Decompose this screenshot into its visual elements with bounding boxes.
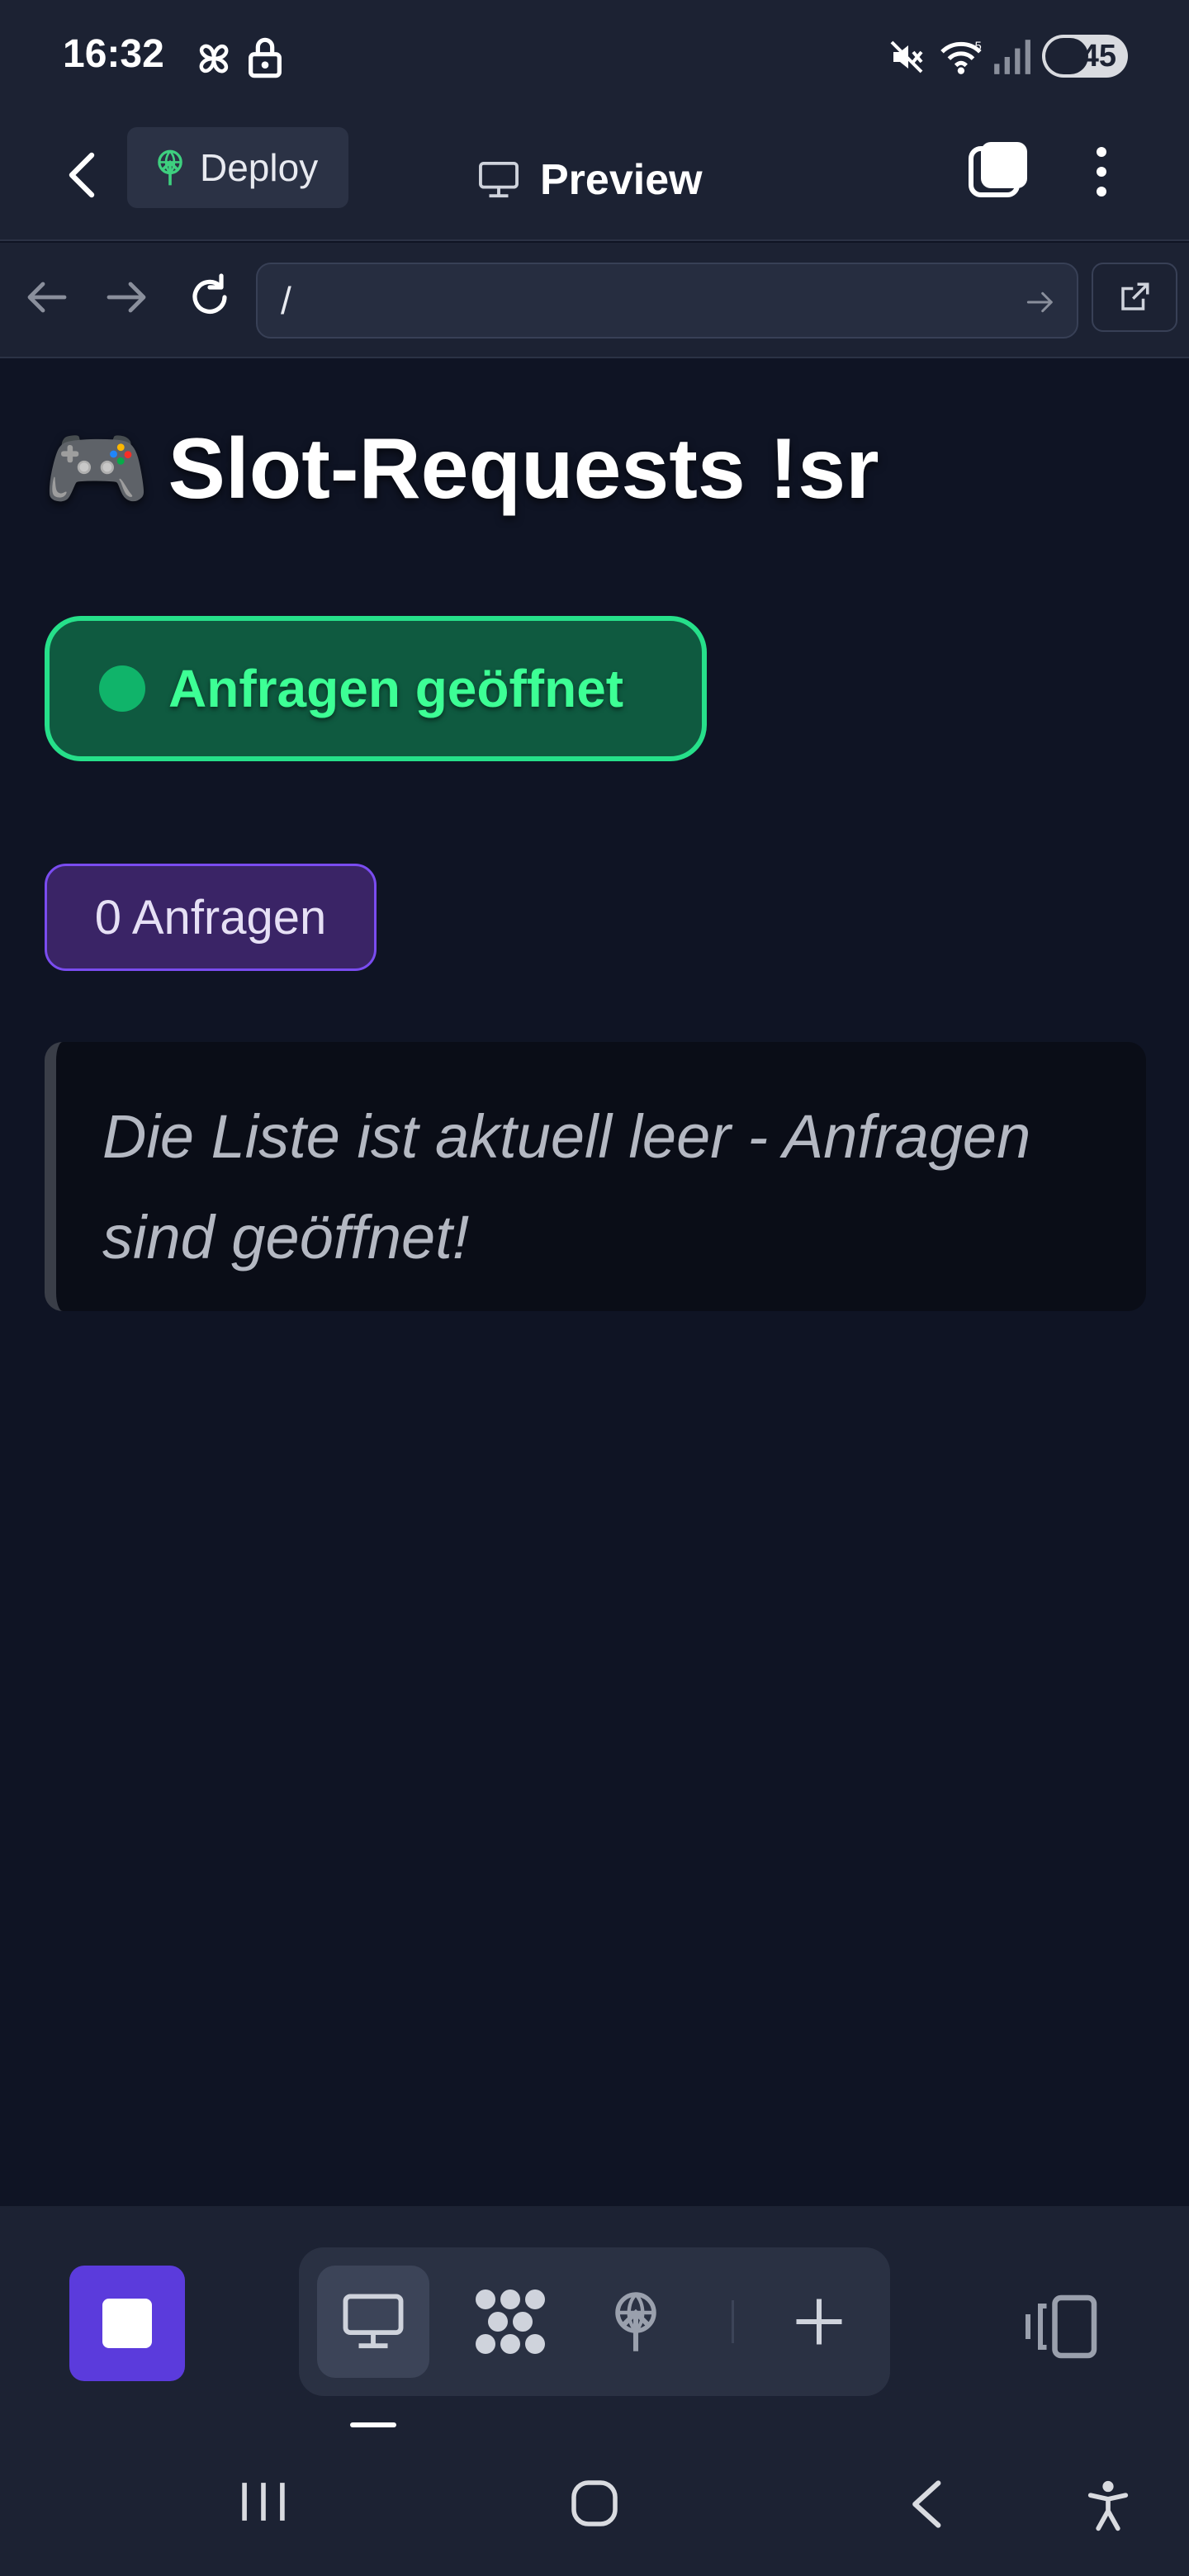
- tabs-icon[interactable]: [968, 139, 1030, 201]
- pinwheel-icon: [199, 44, 229, 73]
- arrow-forward-icon[interactable]: [102, 272, 152, 322]
- preview-title: Preview: [477, 140, 703, 220]
- url-value: /: [281, 279, 291, 322]
- system-back-icon[interactable]: [907, 2479, 945, 2530]
- apps-grid-icon: [476, 2290, 545, 2354]
- stop-icon: [102, 2299, 152, 2348]
- status-badge: Anfragen geöffnet: [45, 616, 707, 761]
- apps-tool-button[interactable]: [454, 2266, 566, 2378]
- status-label: Anfragen geöffnet: [168, 659, 624, 718]
- svg-text:5: 5: [975, 40, 982, 54]
- mute-icon: [890, 40, 923, 73]
- url-input[interactable]: /: [256, 263, 1078, 339]
- reload-icon[interactable]: [185, 272, 234, 322]
- toolbar-divider: [732, 2300, 734, 2343]
- preview-label: Preview: [540, 156, 703, 204]
- go-arrow-icon[interactable]: [1024, 286, 1057, 319]
- request-count-badge: 0 Anfragen: [45, 864, 377, 971]
- stop-button[interactable]: [69, 2266, 185, 2381]
- deploy-icon: [615, 2292, 656, 2351]
- home-icon[interactable]: [570, 2479, 619, 2528]
- deploy-label: Deploy: [200, 146, 319, 189]
- lock-icon: [249, 37, 282, 78]
- layout-icon[interactable]: [1024, 2294, 1098, 2360]
- battery-icon: 45: [1042, 35, 1128, 78]
- plus-icon: [796, 2299, 842, 2345]
- signal-icon: [994, 40, 1030, 74]
- active-tab-indicator: [350, 2422, 396, 2427]
- empty-list-message: Die Liste ist aktuell leer - Anfragen si…: [45, 1042, 1146, 1311]
- deploy-tool-button[interactable]: [580, 2266, 692, 2378]
- status-dot-icon: [99, 665, 145, 712]
- tool-group: [299, 2247, 890, 2396]
- back-button[interactable]: [54, 142, 109, 208]
- add-tool-button[interactable]: [763, 2266, 875, 2378]
- page-title-text: Slot-Requests !sr: [168, 421, 879, 517]
- system-status-bar: 16:32 5 45: [0, 0, 1189, 112]
- arrow-back-icon[interactable]: [21, 272, 71, 322]
- recent-apps-icon[interactable]: [238, 2479, 289, 2525]
- deploy-icon: [158, 149, 182, 186]
- deploy-button[interactable]: Deploy: [127, 127, 348, 208]
- url-bar: /: [0, 243, 1189, 358]
- external-link-icon: [1121, 282, 1149, 310]
- more-options-button[interactable]: [1078, 139, 1125, 205]
- accessibility-icon[interactable]: [1087, 2479, 1130, 2531]
- page-title: 🎮 Slot-Requests !sr: [43, 419, 879, 519]
- bottom-toolbar: [0, 2206, 1189, 2576]
- monitor-icon: [343, 2294, 404, 2349]
- wifi-icon: 5: [940, 40, 982, 74]
- chevron-left-icon: [69, 152, 95, 198]
- battery-level: 45: [1081, 38, 1116, 73]
- gamepad-icon: 🎮: [43, 421, 150, 517]
- app-header: Deploy Preview: [0, 112, 1189, 241]
- preview-tool-button[interactable]: [317, 2266, 429, 2378]
- status-time: 16:32: [63, 32, 164, 76]
- monitor-icon: [479, 161, 519, 198]
- open-external-button[interactable]: [1092, 263, 1177, 332]
